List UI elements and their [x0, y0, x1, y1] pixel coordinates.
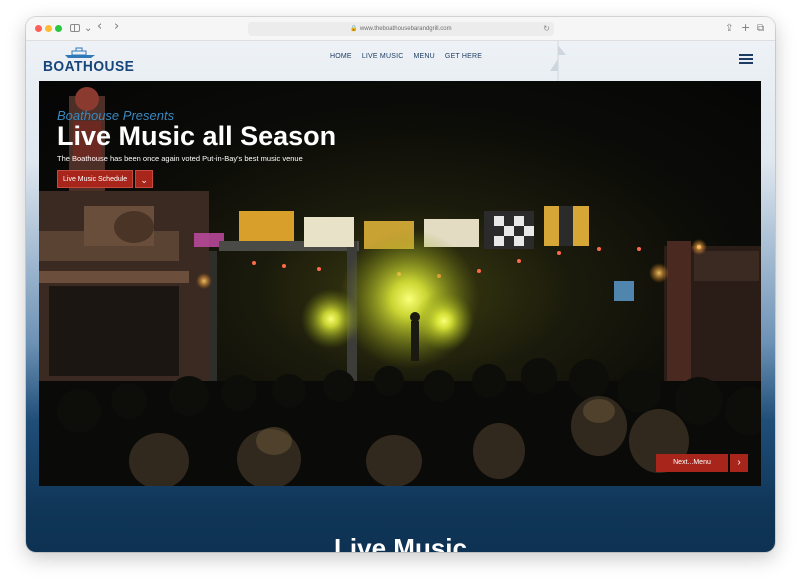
browser-window: ⌄ ‹ › 🔒 www.theboathousebarandgrill.com ↻… — [26, 17, 775, 552]
address-bar[interactable]: 🔒 www.theboathousebarandgrill.com ↻ — [248, 22, 554, 36]
nav-live-music[interactable]: LIVE MUSIC — [362, 53, 404, 60]
tabs-overview-icon[interactable]: ⧉ — [757, 22, 764, 36]
chevron-down-icon[interactable]: ⌄ — [135, 170, 154, 188]
boathouse-logo[interactable]: BOATHOUSE — [43, 47, 134, 77]
tab-overview-chevron-icon[interactable]: ⌄ — [84, 22, 92, 36]
chevron-right-icon[interactable]: › — [730, 454, 748, 472]
hero-subtitle: The Boathouse has been once again voted … — [57, 154, 303, 163]
url-text: www.theboathousebarandgrill.com — [359, 26, 452, 32]
hero-title: Live Music all Season — [57, 121, 337, 151]
zoom-window-button[interactable] — [55, 25, 62, 32]
browser-toolbar: ⌄ ‹ › 🔒 www.theboathousebarandgrill.com ↻… — [26, 17, 775, 41]
share-icon[interactable]: ⇪ — [725, 22, 733, 36]
site-header: BOATHOUSE HOME LIVE MUSIC MENU GET HERE — [26, 41, 775, 81]
minimize-window-button[interactable] — [45, 25, 52, 32]
main-nav: HOME LIVE MUSIC MENU GET HERE — [330, 53, 482, 60]
nav-get-here[interactable]: GET HERE — [445, 53, 482, 60]
live-music-schedule-button[interactable]: Live Music Schedule ⌄ — [57, 170, 154, 188]
logo-text: BOATHOUSE — [43, 58, 135, 75]
lock-icon: 🔒 — [350, 26, 358, 32]
mast-watermark-icon — [550, 41, 566, 81]
live-music-schedule-label[interactable]: Live Music Schedule — [57, 170, 134, 188]
next-menu-button[interactable]: Next...Menu › — [656, 454, 748, 472]
section-heading: Live Music — [334, 533, 467, 552]
close-window-button[interactable] — [35, 25, 42, 32]
new-tab-icon[interactable]: + — [741, 21, 750, 35]
next-menu-label[interactable]: Next...Menu — [656, 454, 728, 472]
sidebar-toggle-icon[interactable] — [70, 24, 80, 32]
nav-menu[interactable]: MENU — [414, 53, 435, 60]
website: BOATHOUSE HOME LIVE MUSIC MENU GET HERE — [26, 41, 775, 552]
forward-icon[interactable]: › — [114, 20, 119, 34]
back-icon[interactable]: ‹ — [97, 20, 102, 34]
nav-home[interactable]: HOME — [330, 53, 352, 60]
hero-banner: Boathouse Presents Live Music all Season… — [39, 81, 761, 486]
hamburger-menu-icon[interactable] — [739, 54, 753, 64]
reload-icon[interactable]: ↻ — [543, 22, 550, 36]
